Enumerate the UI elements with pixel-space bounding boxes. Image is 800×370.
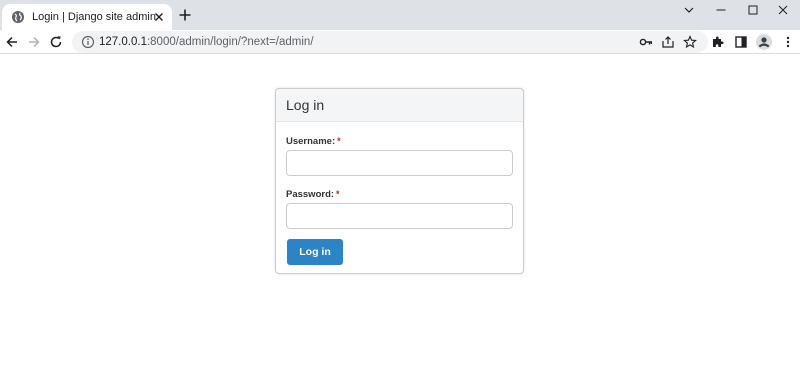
side-panel-icon bbox=[735, 36, 747, 48]
maximize-icon bbox=[748, 5, 758, 15]
close-tab-icon[interactable] bbox=[153, 11, 165, 23]
maximize-button[interactable] bbox=[736, 0, 770, 20]
profile-button[interactable] bbox=[756, 34, 772, 50]
profile-icon bbox=[756, 34, 772, 50]
page-title: Log in bbox=[286, 97, 325, 113]
star-icon bbox=[683, 35, 697, 49]
extensions-button[interactable] bbox=[710, 34, 726, 50]
username-label-text: Username: bbox=[286, 136, 336, 147]
required-marker: * bbox=[336, 189, 340, 199]
address-bar[interactable]: 127.0.0.1:8000/admin/login/?next=/admin/ bbox=[72, 31, 708, 53]
browser-tab-strip: Login | Django site admin bbox=[0, 0, 800, 30]
back-arrow-icon bbox=[6, 36, 17, 48]
login-panel: Log in Username: * Password: * Log in bbox=[275, 88, 524, 274]
bookmark-button[interactable] bbox=[682, 34, 698, 50]
reload-button[interactable] bbox=[48, 34, 64, 50]
back-button[interactable] bbox=[4, 34, 20, 50]
key-icon bbox=[639, 38, 652, 46]
password-label: Password: * bbox=[286, 189, 340, 200]
info-icon[interactable] bbox=[81, 35, 95, 49]
minimize-icon bbox=[716, 9, 726, 11]
url-path: :8000/admin/login/?next=/admin/ bbox=[146, 36, 314, 48]
browser-tab[interactable]: Login | Django site admin bbox=[2, 4, 172, 30]
close-window-button[interactable] bbox=[766, 0, 800, 20]
browser-toolbar: 127.0.0.1:8000/admin/login/?next=/admin/ bbox=[0, 30, 800, 54]
url-host: 127.0.0.1 bbox=[99, 36, 147, 48]
new-tab-icon[interactable] bbox=[178, 8, 192, 22]
share-button[interactable] bbox=[660, 34, 676, 50]
forward-arrow-icon bbox=[29, 36, 40, 48]
password-input[interactable] bbox=[286, 203, 513, 229]
password-label-text: Password: bbox=[286, 189, 335, 200]
login-header: Log in bbox=[276, 89, 523, 122]
login-button[interactable]: Log in bbox=[287, 239, 343, 265]
menu-icon bbox=[786, 36, 790, 48]
browser-menu-button[interactable] bbox=[780, 34, 796, 50]
username-input[interactable] bbox=[286, 150, 513, 176]
extensions-icon bbox=[713, 36, 724, 47]
close-icon bbox=[778, 5, 788, 15]
globe-icon bbox=[12, 11, 24, 23]
chevron-down-icon bbox=[684, 7, 694, 13]
minimize-button[interactable] bbox=[704, 0, 738, 20]
forward-button[interactable] bbox=[26, 34, 42, 50]
username-label: Username: * bbox=[286, 136, 341, 147]
required-marker: * bbox=[337, 136, 341, 146]
address-url: 127.0.0.1:8000/admin/login/?next=/admin/ bbox=[99, 35, 314, 49]
share-icon bbox=[662, 36, 674, 48]
tab-title: Login | Django site admin bbox=[32, 11, 156, 23]
tab-search-button[interactable] bbox=[672, 0, 706, 20]
side-panel-button[interactable] bbox=[733, 34, 749, 50]
password-key-button[interactable] bbox=[638, 34, 654, 50]
reload-icon bbox=[50, 36, 62, 48]
